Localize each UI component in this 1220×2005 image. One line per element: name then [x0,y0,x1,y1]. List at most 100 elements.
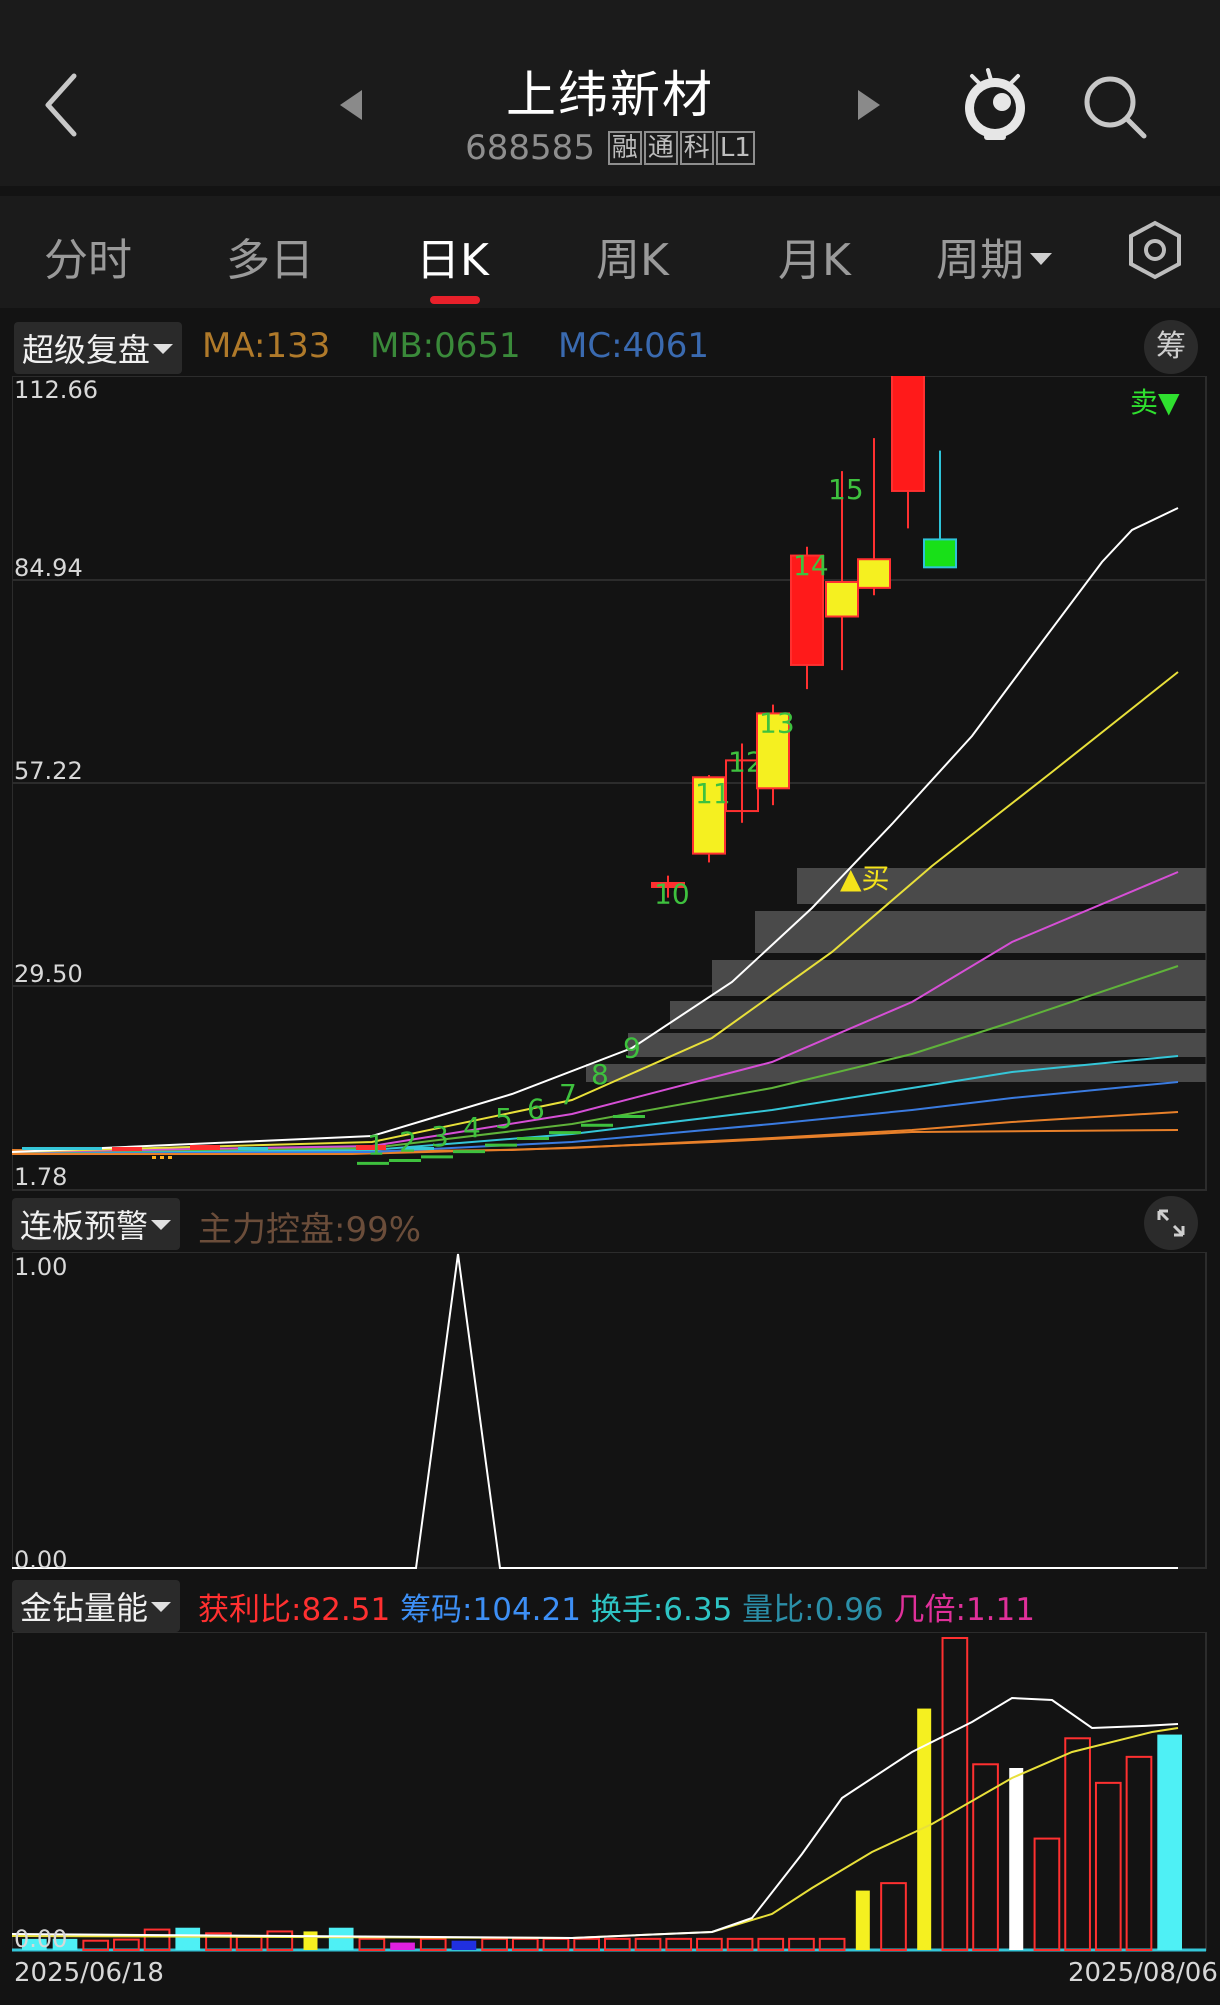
volume-bar [941,1637,969,1951]
volume-bar [818,1937,846,1952]
volume-bar [511,1937,539,1952]
chevron-down-icon [1030,253,1052,265]
ma-line-blue [12,1081,1179,1153]
dropdown-arrow-icon [151,1602,172,1612]
candle: 11 [692,775,731,863]
kline-y-label-3: 57.22 [14,757,83,785]
multiple: 几倍:1.11 [893,1592,1035,1628]
volume-bar [419,1937,447,1952]
volume-ma-yellow [12,1727,1179,1940]
candle: 6 [517,1093,549,1140]
period-tabs: 分时 多日 日K 周K 月K 周期 [0,196,1220,308]
main-control-info: 主力控盘:99% [198,1210,422,1250]
chip-value: 筹码:104.21 [400,1592,581,1628]
tag-l1: L1 [715,131,755,165]
candle: 8 [581,1058,613,1127]
active-tab-indicator [430,296,480,304]
candle-count-label: 6 [527,1093,545,1126]
volume-bar [143,1928,171,1952]
volume-bar [696,1937,723,1952]
tab-weekly-k[interactable]: 周K [596,224,669,288]
candle: 10 [651,875,690,911]
mascot-icon[interactable] [958,64,1032,144]
volume-bar [358,1937,386,1952]
tab-daily-k[interactable]: 日K [416,224,489,288]
warning-line [12,1253,1178,1569]
search-icon[interactable] [1080,72,1150,142]
volume-bar [604,1937,631,1952]
volume-indicator-name: 金钻量能 [20,1589,149,1627]
candle-count-label: 4 [463,1111,481,1144]
volume-bar [1094,1781,1122,1951]
candle-count-label: 5 [495,1102,513,1135]
volume-bar [113,1938,140,1952]
kline-y-label-top: 112.66 [14,376,98,404]
buy-signal: ▲买 [840,862,890,895]
candle-count-label: 13 [759,707,795,740]
candle-count-label: 15 [828,473,864,506]
stock-name: 上纬新材 [506,66,714,124]
settings-icon[interactable] [1126,220,1184,280]
sell-signal: 卖▼ [1130,386,1180,419]
tab-period[interactable]: 周期 [936,224,1054,288]
candle-count-label: 9 [623,1032,641,1065]
chip-distribution-button[interactable]: 筹 [1144,320,1198,374]
app-header: 上纬新材 688585 融通科 L1 [0,0,1220,186]
volume-bar [303,1931,318,1950]
stock-code: 688585 [465,128,595,168]
mb-value: MB:0651 [370,326,521,366]
tab-monthly-k[interactable]: 月K [778,224,851,288]
ma-value: MA:133 [202,326,331,366]
volume-bar [1064,1737,1091,1951]
candle-count-label: 14 [793,549,829,582]
kline-indicator-select[interactable]: 超级复盘 [14,322,183,374]
candle-count-label: 3 [431,1120,449,1153]
volume-bar [880,1882,907,1951]
volume-bar [634,1937,662,1952]
volume-bar [1033,1837,1061,1951]
volume-bar [1157,1734,1182,1950]
mc-value: MC:4061 [558,326,710,366]
dropdown-arrow-icon [153,344,174,354]
tab-period-label: 周期 [936,235,1024,286]
volume-bar [1125,1755,1153,1951]
date-start: 2025/06/18 [14,1958,164,1988]
volume-bar [757,1937,785,1952]
candle-count-label: 10 [654,878,690,911]
dropdown-arrow-icon [151,1220,172,1230]
volume-bar [390,1942,415,1950]
candle [857,438,891,596]
volume-chart[interactable] [12,1632,1208,1952]
volume-bar [1009,1768,1024,1950]
volume-indicator-select[interactable]: 金钻量能 [12,1580,181,1632]
volume-bar [665,1937,693,1952]
candle-count-label: 7 [559,1078,577,1111]
warning-indicator-select[interactable]: 连板预警 [12,1198,181,1250]
candle: 13 [756,704,795,806]
kline-y-label-2: 84.94 [14,554,83,582]
tab-intraday[interactable]: 分时 [44,224,132,288]
volume-bar [235,1936,263,1951]
volume-bar [266,1930,294,1951]
date-end: 2025/08/06 [1068,1958,1218,1988]
kline-chart[interactable]: 1 2 3 4 5 6 789101112131415 ▲买 卖▼ [12,376,1208,1192]
tab-multiday[interactable]: 多日 [226,224,314,288]
volume-bar [855,1890,870,1950]
volume-bar [451,1940,477,1950]
expand-button[interactable] [1144,1196,1198,1250]
warning-y-label-bottom: 0.00 [14,1546,68,1574]
turnover: 换手:6.35 [590,1592,733,1628]
volume-stats: 获利比:82.51 筹码:104.21 换手:6.35 量比:0.96 几倍:1… [198,1584,1035,1629]
kline-indicator-name: 超级复盘 [22,331,151,369]
expand-icon [1157,1209,1185,1237]
kline-y-label-4: 29.50 [14,960,83,988]
tag-connect: 通 [643,131,678,165]
next-stock-icon[interactable] [856,88,882,122]
volume-bar [542,1937,570,1952]
candle-count-label: 2 [399,1126,417,1159]
candle [891,376,925,529]
candle: 14 [790,546,829,690]
volume-ratio: 量比:0.96 [742,1592,884,1628]
volume-bar [175,1927,201,1950]
tag-margin: 融 [607,131,642,165]
